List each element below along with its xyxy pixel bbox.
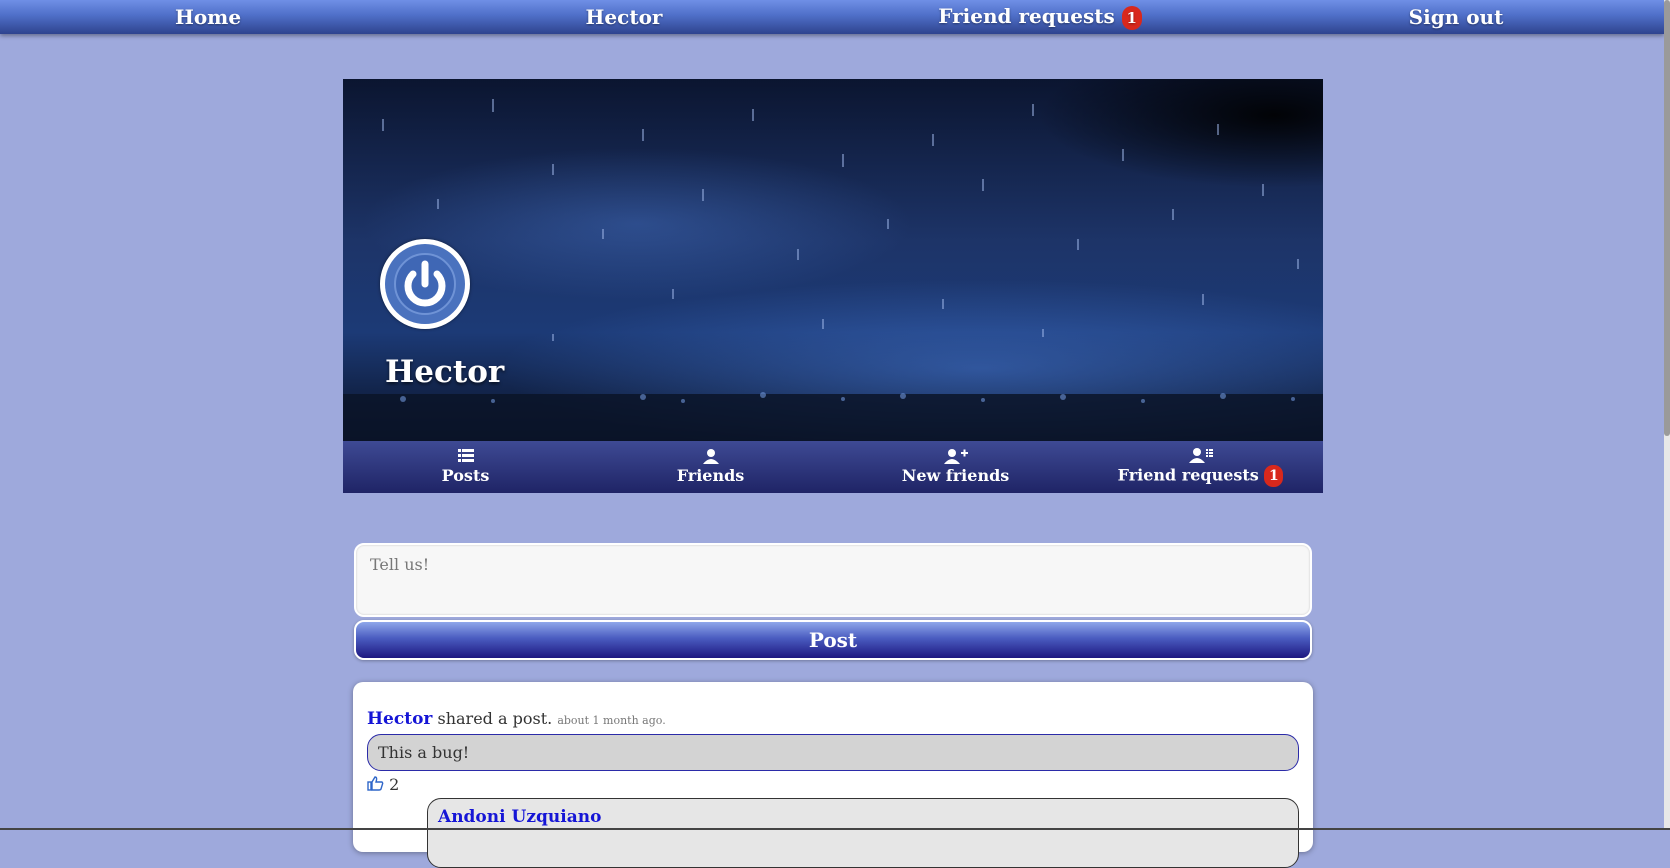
page-scrollbar[interactable] xyxy=(1664,0,1670,830)
friend-requests-badge: 1 xyxy=(1121,5,1142,30)
power-icon xyxy=(385,244,465,324)
tab-friend-requests[interactable]: Friend requests 1 xyxy=(1078,441,1323,493)
post-composer xyxy=(354,543,1312,617)
nav-sign-out[interactable]: Sign out xyxy=(1248,5,1664,29)
like-count: 2 xyxy=(389,775,400,794)
post-body: This a bug! xyxy=(367,734,1299,771)
tab-friends[interactable]: Friends xyxy=(588,441,833,493)
tab-new-friends[interactable]: New friends xyxy=(833,441,1078,493)
top-navigation: Home Hector Friend requests 1 Sign out xyxy=(0,0,1664,34)
tab-posts-label: Posts xyxy=(441,466,490,485)
thumbs-up-icon xyxy=(367,776,384,791)
like-button[interactable]: 2 xyxy=(367,775,399,794)
tab-friends-label: Friends xyxy=(676,466,745,485)
tab-friend-requests-label: Friend requests 1 xyxy=(1117,464,1284,487)
nav-profile[interactable]: Hector xyxy=(416,5,832,29)
feed-post-card: Hector shared a post. about 1 month ago.… xyxy=(353,682,1313,868)
nav-home[interactable]: Home xyxy=(0,5,416,29)
post-author-link[interactable]: Hector xyxy=(367,709,432,729)
nav-friend-requests-label: Friend requests xyxy=(938,4,1115,29)
post-action: shared a post. xyxy=(437,709,553,728)
profile-tabs: Posts Friends New friends Friend request… xyxy=(343,441,1323,493)
post-timestamp: about 1 month ago. xyxy=(557,714,666,727)
scrollbar-thumb[interactable] xyxy=(1664,0,1670,436)
tab-friend-requests-badge: 1 xyxy=(1264,464,1284,487)
profile-name: Hector xyxy=(385,354,505,390)
tab-new-friends-label: New friends xyxy=(901,466,1010,485)
profile-cover: Hector xyxy=(343,79,1323,441)
post-input[interactable] xyxy=(356,545,1310,615)
profile-avatar xyxy=(380,239,470,329)
post-meta: Hector shared a post. about 1 month ago. xyxy=(367,709,666,729)
user-plus-icon xyxy=(943,449,968,465)
nav-profile-label: Hector xyxy=(585,5,663,29)
comment-card: Andoni Uzquiano xyxy=(427,798,1299,868)
nav-sign-out-label: Sign out xyxy=(1408,5,1504,29)
nav-friend-requests[interactable]: Friend requests 1 xyxy=(832,4,1248,30)
nav-home-label: Home xyxy=(174,5,242,29)
user-icon xyxy=(702,449,719,465)
post-button[interactable]: Post xyxy=(354,620,1312,660)
list-icon xyxy=(457,449,474,465)
comment-author-link[interactable]: Andoni Uzquiano xyxy=(438,807,601,827)
tab-posts[interactable]: Posts xyxy=(343,441,588,493)
tab-friend-requests-text: Friend requests xyxy=(1117,465,1259,484)
user-list-icon xyxy=(1188,447,1213,464)
